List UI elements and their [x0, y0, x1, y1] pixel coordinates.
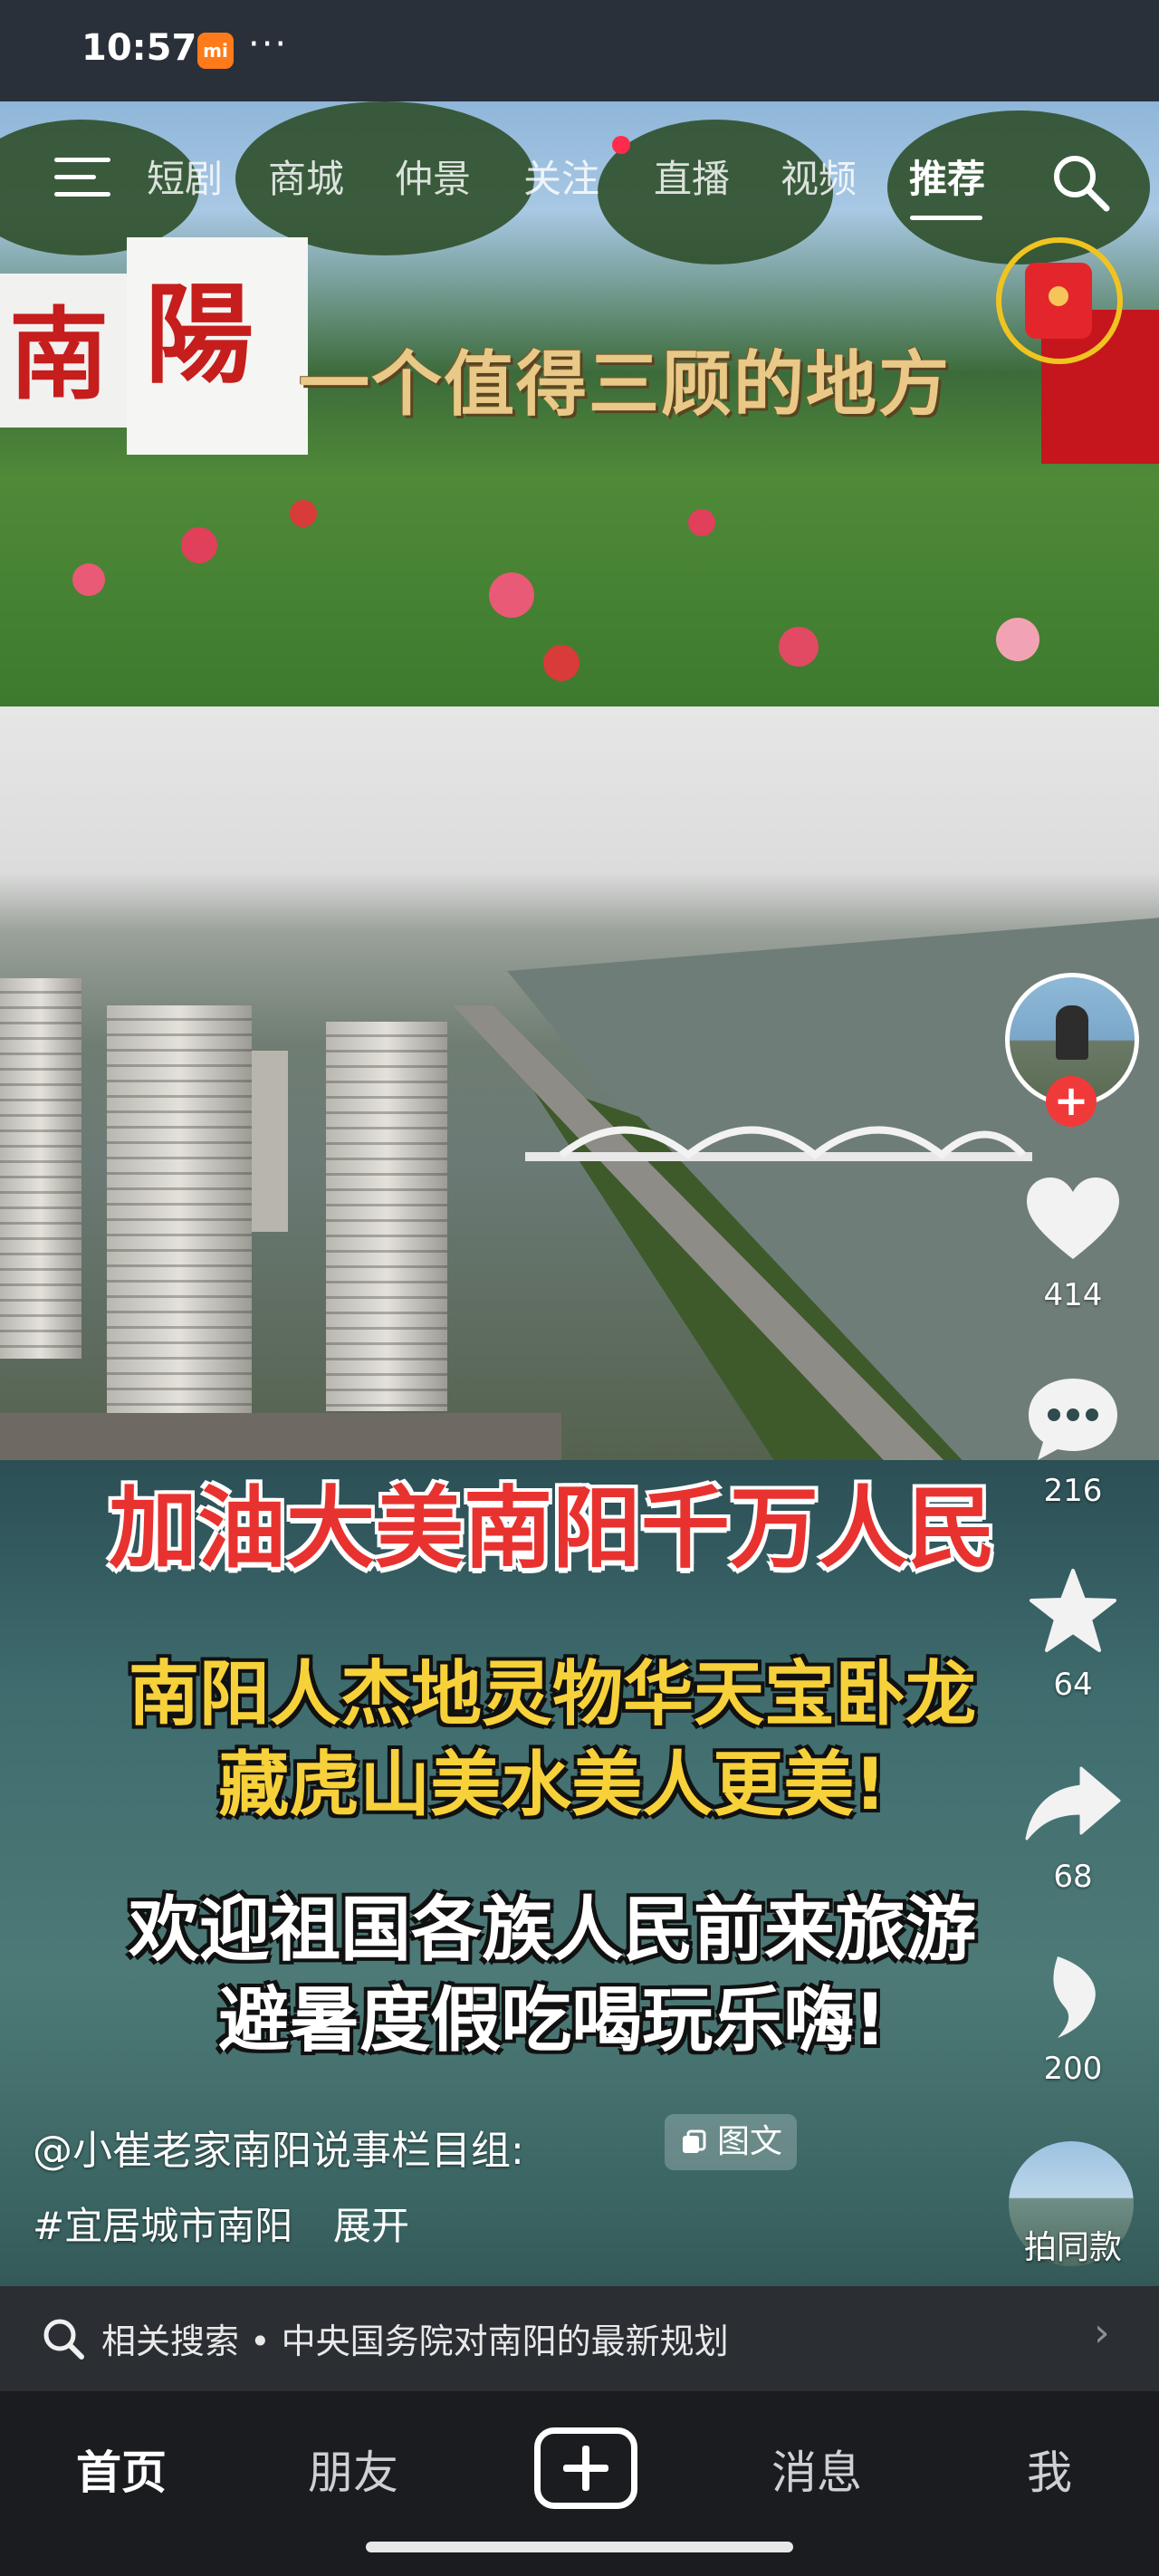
red-packet-coin [1049, 286, 1068, 306]
video-text-yellow-2: 藏虎山美水美人更美! [218, 1745, 886, 1826]
remix-label[interactable]: 拍同款 [996, 2221, 1150, 2268]
tab-recommend[interactable]: 推荐 [909, 149, 985, 204]
follow-button[interactable]: + [1046, 1076, 1097, 1127]
home-indicator[interactable] [366, 2542, 793, 2552]
sign-char-yang: 陽 [145, 271, 254, 399]
tab-video[interactable]: 视频 [781, 149, 857, 204]
recommend-icon[interactable] [1041, 1953, 1105, 2040]
sign-slogan: 一个值得三顾的地方 [299, 343, 952, 426]
favorite-count: 64 [1053, 1667, 1093, 1703]
tab-mall[interactable]: 商城 [268, 149, 344, 204]
expand-caption-button[interactable]: 展开 [333, 2196, 409, 2251]
search-icon[interactable] [1049, 150, 1112, 214]
image-text-label: 图文 [717, 2123, 783, 2160]
nav-me[interactable]: 我 [1027, 2437, 1072, 2502]
share-icon[interactable] [1023, 1764, 1123, 1842]
nav-home[interactable]: 首页 [76, 2437, 167, 2502]
video-text-white-1: 欢迎祖国各族人民前来旅游 [128, 1889, 976, 1971]
tab-short-drama[interactable]: 短剧 [147, 149, 223, 204]
create-plus-vertical [582, 2446, 589, 2491]
related-search-text[interactable]: 相关搜索 • 中央国务院对南阳的最新规划 [101, 2313, 729, 2363]
comment-count: 216 [1043, 1473, 1103, 1509]
share-count: 68 [1053, 1859, 1093, 1895]
status-more-dots: ··· [248, 24, 289, 65]
video-panel-aerial [0, 706, 1159, 1476]
video-text-white-2: 避暑度假吃喝玩乐嗨! [218, 1980, 886, 2062]
following-notification-dot [612, 136, 630, 154]
tab-following[interactable]: 关注 [523, 149, 599, 204]
menu-icon[interactable] [54, 158, 110, 197]
mi-app-badge: mi [197, 33, 234, 69]
video-text-yellow-1: 南阳人杰地灵物华天宝卧龙 [128, 1654, 976, 1735]
star-icon[interactable] [1027, 1567, 1119, 1656]
like-count: 414 [1043, 1277, 1103, 1313]
sign-char-nan: 南 [9, 296, 109, 413]
avatar-person [1056, 1005, 1088, 1060]
recommend-count: 200 [1043, 2051, 1103, 2087]
active-tab-underline [910, 216, 982, 220]
search-icon [43, 2319, 84, 2360]
nav-friends[interactable]: 朋友 [308, 2437, 398, 2502]
status-time: 10:57 [81, 27, 197, 69]
tab-zhongjing[interactable]: 仲景 [395, 149, 471, 204]
chevron-right-icon: › [1094, 2310, 1110, 2356]
image-text-icon [683, 2129, 706, 2153]
nav-messages[interactable]: 消息 [771, 2437, 862, 2502]
author-name[interactable]: @小崔老家南阳说事栏目组: [33, 2118, 524, 2176]
comment-icon[interactable] [1025, 1375, 1121, 1462]
hashtag-link[interactable]: #宜居城市南阳 [33, 2196, 292, 2251]
video-title-red: 加油大美南阳千万人民 [108, 1477, 996, 1581]
heart-icon[interactable] [1025, 1176, 1121, 1263]
tab-live[interactable]: 直播 [654, 149, 730, 204]
arch-bridge [525, 1126, 1032, 1161]
